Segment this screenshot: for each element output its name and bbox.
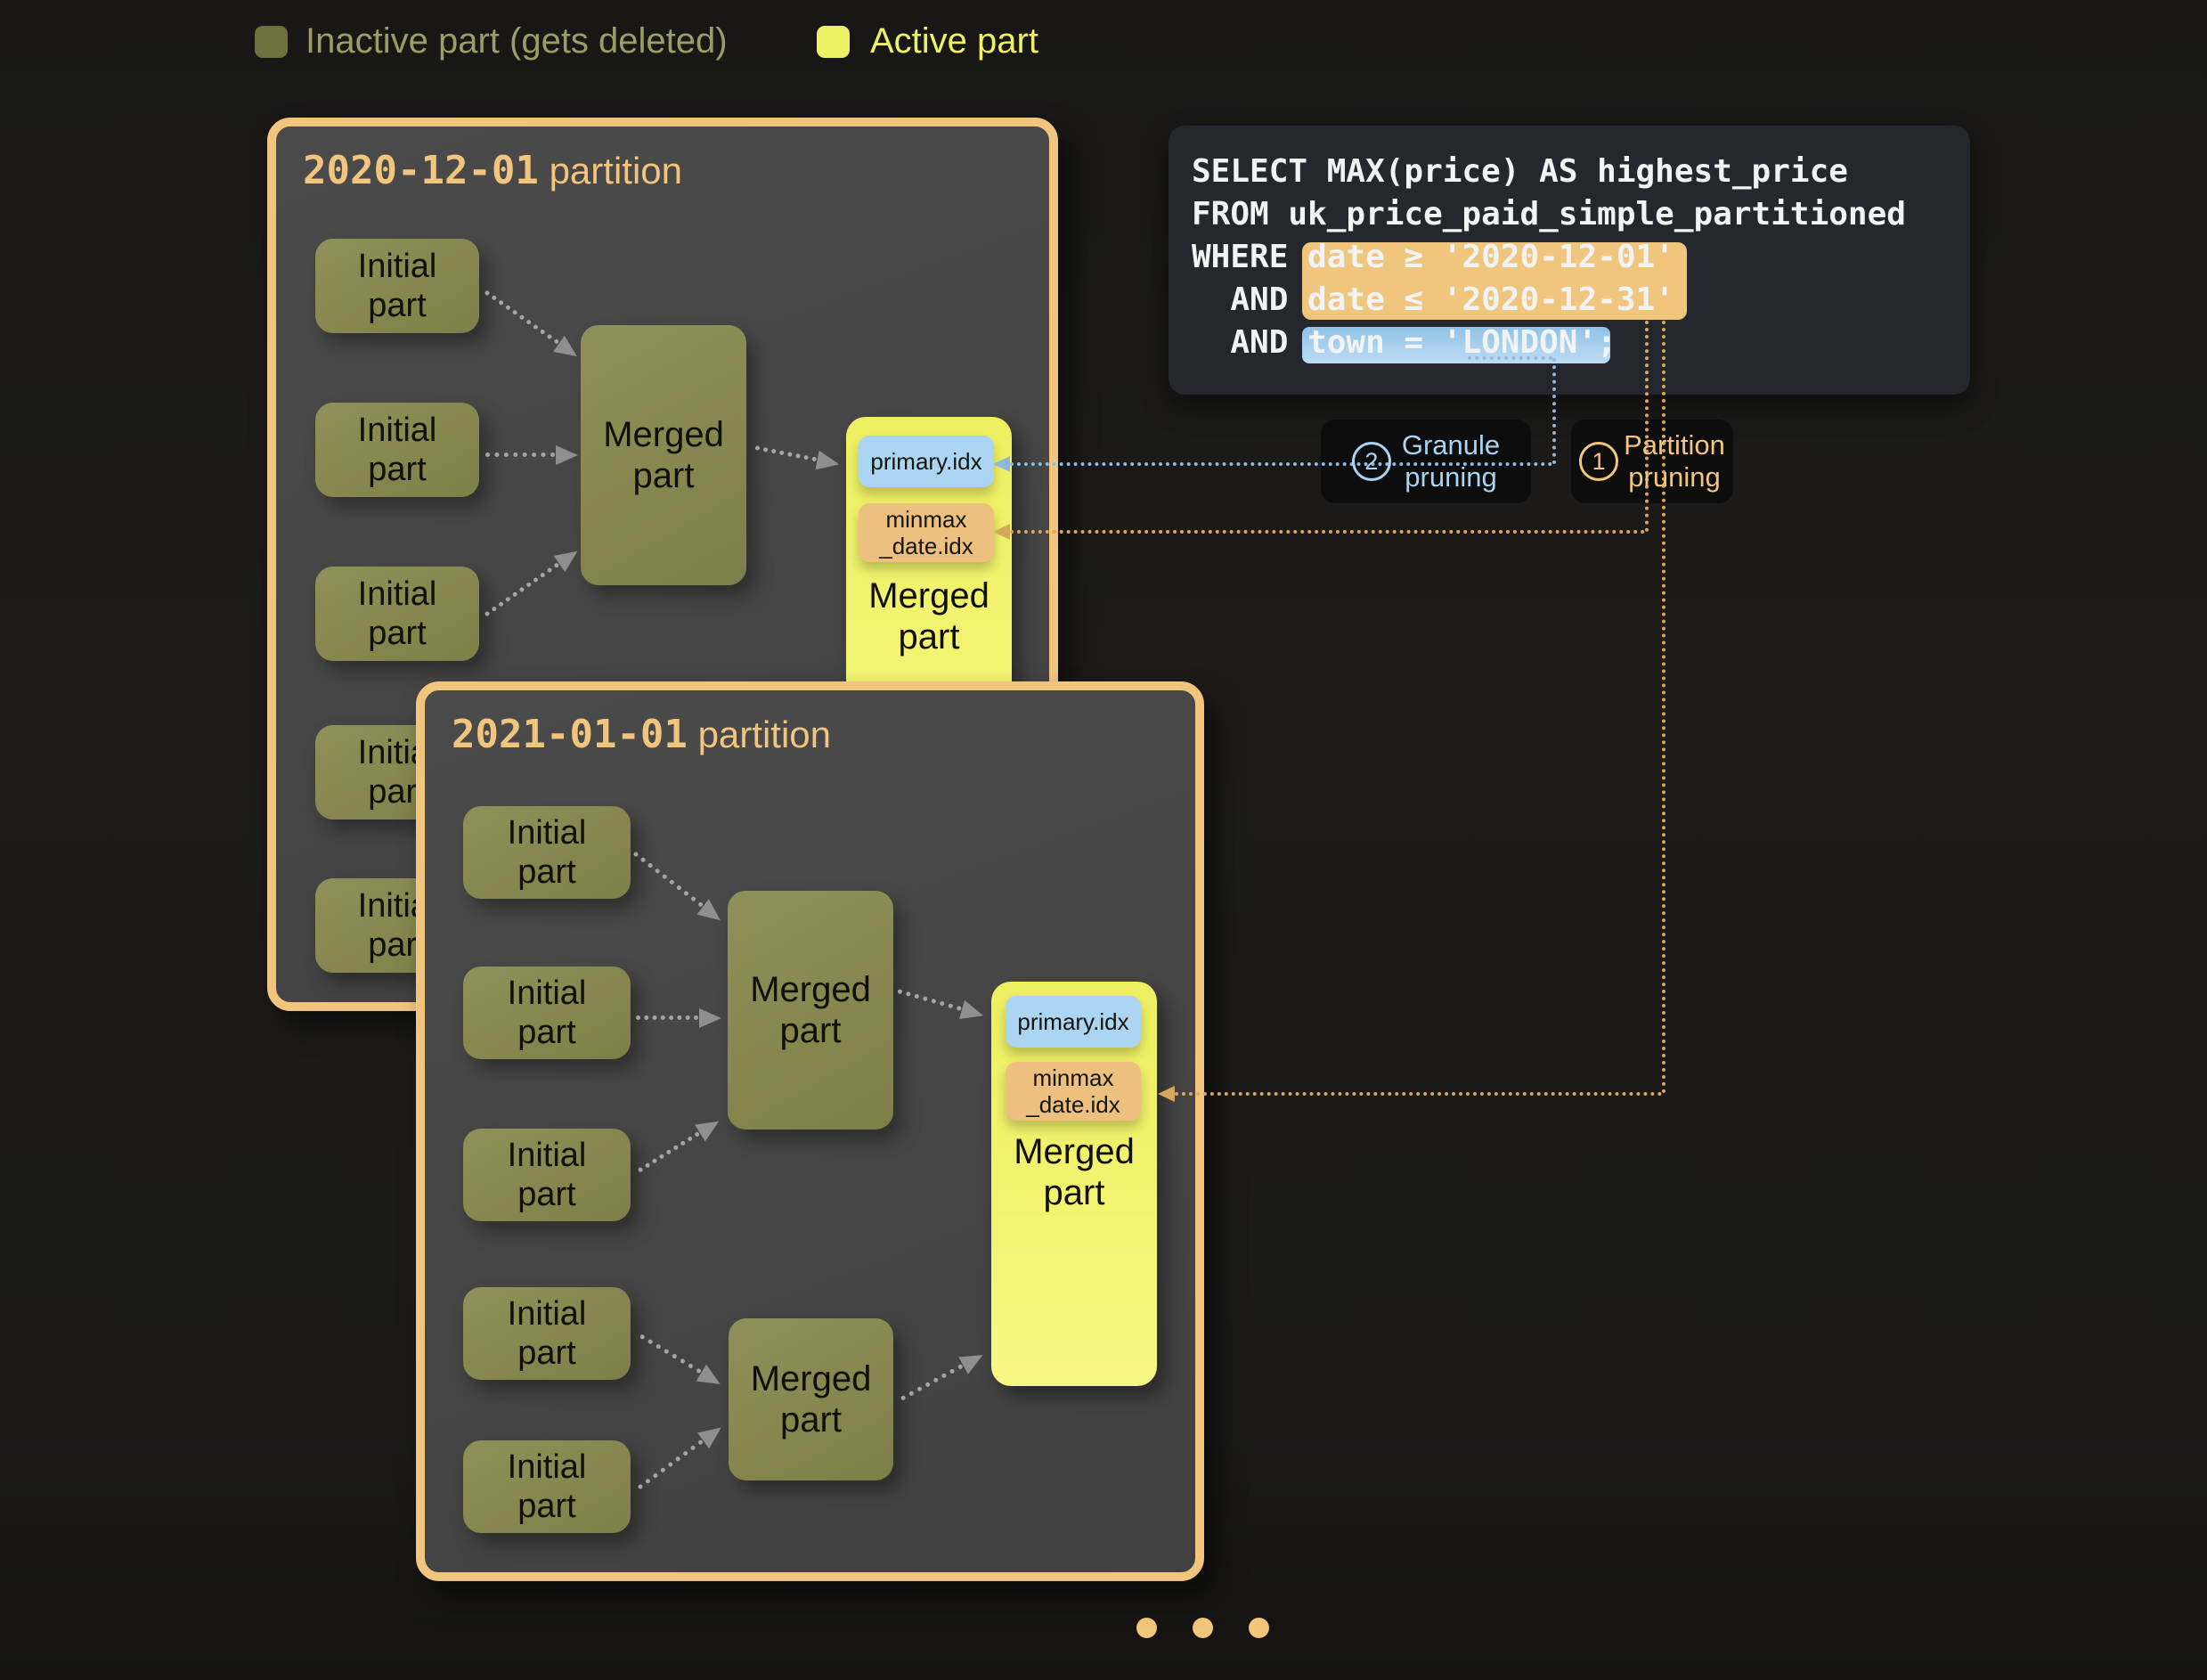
sql-line: AND date ≤ '2020-12-31' [1192,279,1674,322]
sql-query-block: SELECT MAX(price) AS highest_price FROM … [1169,126,1970,395]
sql-line: SELECT MAX(price) AS highest_price [1192,151,1848,193]
sql-line: WHERE date ≥ '2020-12-01' [1192,236,1674,279]
partition-connector [1175,1092,1662,1096]
initial-part: Initial part [463,806,631,899]
initial-part: Initial part [463,1440,631,1533]
partition-2021-01-01: 2021-01-01 partition Initial part Initia… [416,681,1204,1581]
granule-connector [1468,356,1552,360]
minmax-date-idx-chip: minmax_date.idx [859,503,994,562]
step-2-icon: 2 [1352,442,1391,481]
sql-line: FROM uk_price_paid_simple_partitioned [1192,193,1906,236]
partition1-title: 2020-12-01 partition [303,148,682,193]
merged-part-active: primary.idx minmax_date.idx Merged part [991,982,1157,1386]
initial-part: Initial part [315,403,479,497]
partition-connector [1010,530,1645,534]
primary-idx-chip: primary.idx [1006,996,1141,1048]
partition-arrowhead-icon [1158,1086,1175,1102]
carousel-dot[interactable] [1136,1618,1157,1638]
merged-part-label: Merged part [991,1131,1157,1213]
inactive-part-swatch [255,26,288,58]
step-1-icon: 1 [1579,442,1618,481]
initial-part: Initial part [463,966,631,1059]
carousel-dot[interactable] [1249,1618,1269,1638]
partition-pruning-label: 1 Partitionpruning [1571,420,1733,503]
initial-part: Initial part [463,1129,631,1221]
granule-connector [1552,358,1556,464]
legend-inactive-label: Inactive part (gets deleted) [305,20,728,62]
pruning-diagram: Inactive part (gets deleted) Active part… [0,0,2207,1680]
partition-pruning-text: Partitionpruning [1624,429,1725,493]
initial-part: Initial part [463,1287,631,1380]
merge-arrow [485,453,555,457]
merged-part-inactive: Merged part [728,891,893,1130]
active-part-swatch [817,26,850,58]
partition2-title: 2021-01-01 partition [452,712,831,757]
carousel-dot[interactable] [1193,1618,1213,1638]
merge-arrow [636,1015,698,1020]
merged-part-inactive: Merged part [581,325,746,585]
initial-part: Initial part [315,239,479,333]
legend-active-label: Active part [870,20,1038,62]
partition-arrowhead-icon [993,524,1010,540]
granule-pruning-text: Granulepruning [1402,429,1500,493]
merged-part-inactive: Merged part [729,1318,893,1480]
merged-part-label: Merged part [846,575,1012,657]
primary-idx-chip: primary.idx [859,436,994,487]
minmax-date-idx-chip: minmax_date.idx [1006,1062,1141,1121]
granule-pruning-label: 2 Granulepruning [1321,420,1531,503]
granule-arrowhead-icon [993,456,1010,472]
initial-part: Initial part [315,567,479,661]
